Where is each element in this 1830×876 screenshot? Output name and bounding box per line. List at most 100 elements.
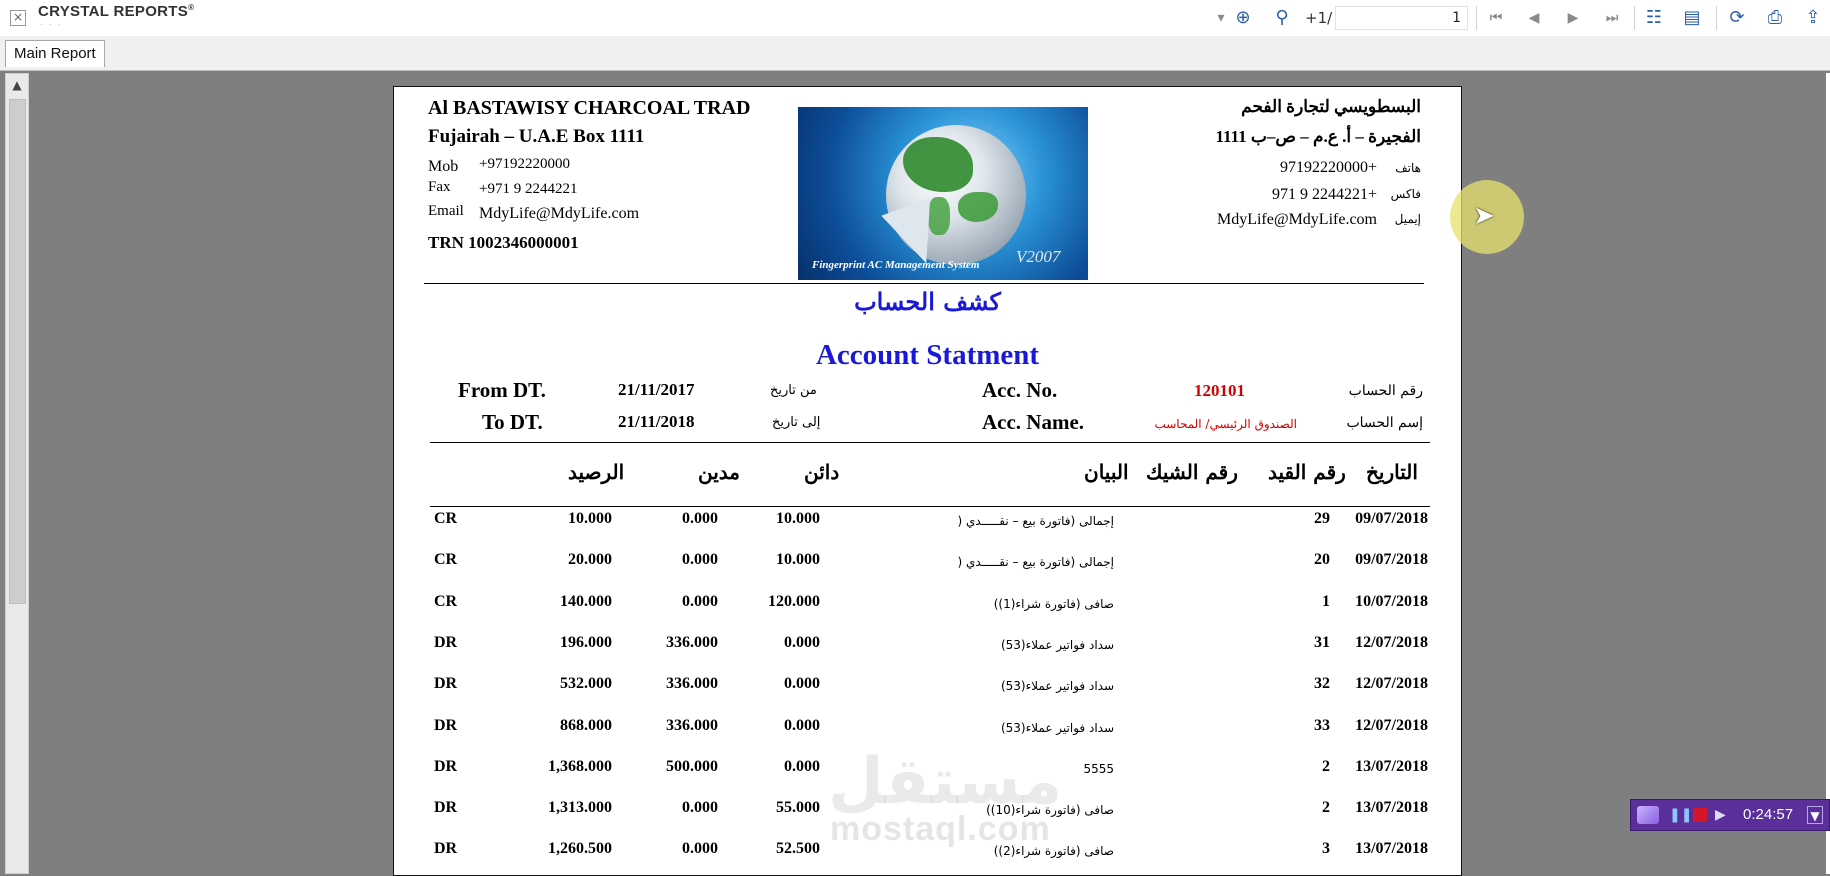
cell-balance: 868.000: [560, 717, 612, 734]
cell-debit: 0.000: [682, 799, 718, 816]
column-credit: دائن: [804, 460, 840, 484]
mob-value: +97192220000: [479, 156, 570, 172]
tab-main-report[interactable]: Main Report: [5, 40, 105, 67]
watermark-ar: مستقل: [828, 745, 1063, 819]
cell-date: 12/07/2018: [1355, 717, 1428, 734]
account-number-label-ar: رقم الحساب: [1348, 383, 1423, 399]
find-zoom-icon[interactable]: ⊕: [1231, 6, 1255, 30]
trn-number: TRN 1002346000001: [428, 233, 579, 252]
cell-description: سداد فواتير عملاء(53): [1000, 638, 1114, 652]
cell-credit: 10.000: [776, 510, 820, 527]
cell-date: 13/07/2018: [1355, 840, 1428, 857]
table-row: DR 532.000 336.000 0.000 سداد فواتير عملاء(5…: [394, 675, 1461, 699]
from-date-label-ar: من تاريخ: [770, 383, 817, 398]
recorder-time: 0:24:57: [1743, 806, 1794, 823]
cell-credit: 0.000: [784, 717, 820, 734]
viewer-toolbar: × CRYSTAL REPORTS® · · · ▾ ⊕ ⚲ +1/ 1 ⏮ ◀…: [0, 0, 1830, 37]
account-name-label: Acc. Name.: [982, 410, 1085, 434]
cell-type: DR: [434, 758, 458, 775]
fax-label: Fax: [428, 179, 451, 195]
close-icon[interactable]: ×: [10, 10, 26, 26]
company-name-en: Al BASTAWISY CHARCOAL TRAD: [428, 97, 751, 119]
cell-debit: 336.000: [666, 717, 718, 734]
account-name-value: الصندوق الرئيسي/ المحاسب: [1154, 417, 1297, 431]
account-number-value: 120101: [1194, 381, 1245, 400]
cell-balance: 140.000: [560, 593, 612, 610]
cell-type: CR: [434, 510, 458, 527]
mob-label: Mob: [428, 158, 459, 175]
last-page-icon[interactable]: ⏭: [1600, 6, 1624, 30]
cell-date: 13/07/2018: [1355, 799, 1428, 816]
scroll-thumb[interactable]: [9, 99, 26, 604]
filter-divider: [430, 442, 1430, 443]
scroll-up-icon[interactable]: ▲: [6, 74, 28, 96]
company-address-en: Fujairah – U.A.E Box 1111: [428, 126, 645, 147]
cell-credit: 10.000: [776, 551, 820, 568]
email-label: Email: [428, 203, 464, 219]
pause-icon[interactable]: ❚❚: [1669, 806, 1692, 824]
cell-balance: 532.000: [560, 675, 612, 692]
screen-recorder-widget: ❚❚ ▶ 0:24:57 ▼: [1630, 799, 1830, 831]
cell-entry-no: 31: [1314, 634, 1330, 651]
account-number-label: Acc. No.: [982, 378, 1058, 402]
cell-description: صافى (فاتورة شراء(1)): [993, 597, 1114, 611]
cell-entry-no: 3: [1322, 840, 1330, 857]
stop-icon[interactable]: [1693, 808, 1707, 822]
chevron-down-icon[interactable]: ▼: [1807, 806, 1823, 824]
cell-type: DR: [434, 717, 458, 734]
table-header-divider: [430, 506, 1430, 507]
binoculars-icon[interactable]: ⚲: [1270, 6, 1294, 30]
cell-balance: 196.000: [560, 634, 612, 651]
first-page-icon[interactable]: ⏮: [1484, 6, 1508, 30]
previous-page-icon[interactable]: ◀: [1522, 6, 1546, 30]
email-value: MdyLife@MdyLife.com: [479, 205, 640, 222]
print-icon[interactable]: ⎙: [1763, 6, 1787, 30]
cell-date: 09/07/2018: [1355, 510, 1428, 527]
email-label-ar: إيميل: [1394, 212, 1421, 226]
next-page-icon[interactable]: ▶: [1561, 6, 1585, 30]
cell-entry-no: 1: [1322, 593, 1330, 610]
mouse-pointer-icon: ➤: [1473, 201, 1495, 231]
to-date-value: 21/11/2018: [618, 412, 695, 431]
to-date-label-ar: إلى تاريخ: [772, 415, 821, 430]
cell-entry-no: 2: [1322, 799, 1330, 816]
cell-type: CR: [434, 593, 458, 610]
cell-date: 12/07/2018: [1355, 675, 1428, 692]
cell-type: DR: [434, 675, 458, 692]
cell-credit: 0.000: [784, 634, 820, 651]
vertical-scrollbar[interactable]: ▲: [5, 73, 29, 874]
cell-credit: 52.500: [776, 840, 820, 857]
column-entry-no: رقم القيد: [1268, 460, 1346, 484]
group-tree-icon[interactable]: ☷: [1642, 6, 1666, 30]
fax-value-ar: 971 9 2244221+: [1271, 186, 1377, 203]
cell-balance: 10.000: [568, 510, 612, 527]
fax-value: +971 9 2244221: [479, 181, 578, 197]
right-edge: [1826, 73, 1830, 874]
cell-debit: 0.000: [682, 551, 718, 568]
page-number-input[interactable]: 1: [1335, 6, 1468, 30]
cell-credit: 0.000: [784, 758, 820, 775]
table-row: CR 10.000 0.000 10.000 إجمالى (فاتورة بيع – …: [394, 510, 1461, 534]
cell-date: 10/07/2018: [1355, 593, 1428, 610]
cell-credit: 0.000: [784, 675, 820, 692]
company-name-ar: البسطويسي لتجارة الفحم: [1241, 97, 1421, 116]
cell-type: DR: [434, 799, 458, 816]
cell-credit: 120.000: [768, 593, 820, 610]
refresh-icon[interactable]: ⟳: [1725, 6, 1749, 30]
table-row: CR 20.000 0.000 10.000 إجمالى (فاتورة بيع – …: [394, 551, 1461, 575]
export-icon[interactable]: ⇪: [1801, 6, 1825, 30]
cell-balance: 1,368.000: [548, 758, 612, 775]
cell-balance: 1,260.500: [548, 840, 612, 857]
parameters-icon[interactable]: ▤: [1680, 6, 1704, 30]
cell-entry-no: 20: [1314, 551, 1330, 568]
cell-entry-no: 33: [1314, 717, 1330, 734]
column-date: التاريخ: [1366, 460, 1418, 484]
cell-description: سداد فواتير عملاء(53): [1000, 721, 1114, 735]
play-icon[interactable]: ▶: [1715, 806, 1729, 824]
column-debit: مدين: [698, 460, 741, 484]
from-date-value: 21/11/2017: [618, 380, 695, 399]
brand-text: CRYSTAL REPORTS: [38, 3, 189, 20]
cell-debit: 336.000: [666, 634, 718, 651]
dropdown-arrow-icon[interactable]: ▾: [1214, 6, 1228, 30]
cell-entry-no: 2: [1322, 758, 1330, 775]
